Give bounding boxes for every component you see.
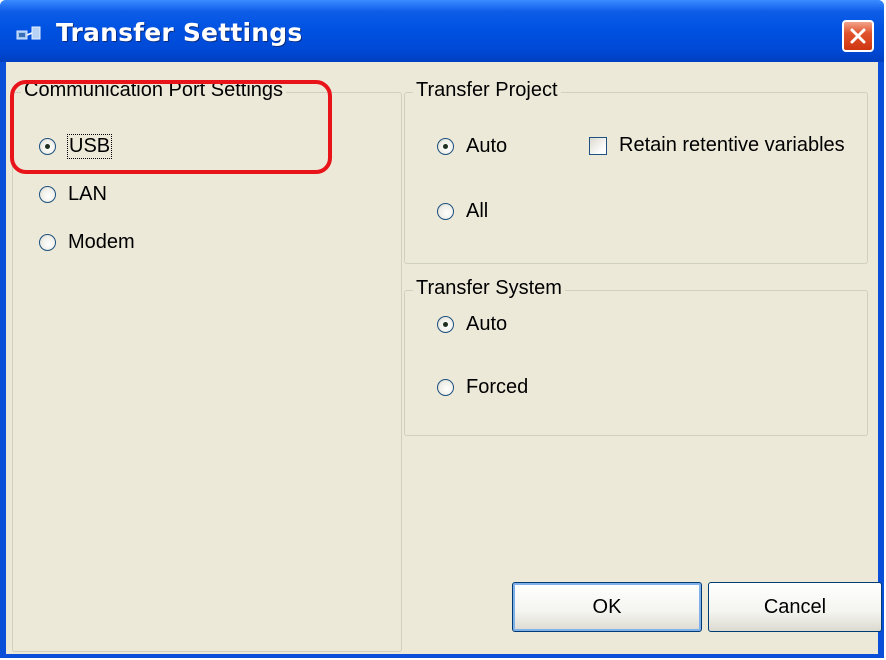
close-button[interactable] [842,20,874,52]
radio-system-forced[interactable]: Forced [437,376,528,399]
radio-lan-button[interactable] [39,186,56,203]
transfer-project-group: Transfer Project Auto Retain retentive v… [404,79,868,264]
close-icon [850,28,866,44]
radio-modem-button[interactable] [39,234,56,251]
window-title: Transfer Settings [56,18,303,47]
radio-project-all-button[interactable] [437,203,454,220]
title-bar[interactable]: Transfer Settings [0,0,884,62]
radio-project-auto-button[interactable] [437,138,454,155]
radio-system-forced-button[interactable] [437,379,454,396]
radio-modem-label: Modem [68,231,135,253]
cancel-button[interactable]: Cancel [708,582,882,632]
transfer-app-icon [16,26,41,40]
radio-system-auto[interactable]: Auto [437,313,507,336]
radio-modem[interactable]: Modem [39,231,135,254]
retain-retentive-checkbox[interactable]: Retain retentive variables [589,134,845,157]
transfer-system-legend: Transfer System [413,277,565,300]
radio-project-all[interactable]: All [437,200,488,223]
radio-project-auto[interactable]: Auto [437,135,507,158]
radio-project-auto-label: Auto [466,135,508,157]
annotation-highlight [10,80,332,174]
radio-system-forced-label: Forced [466,376,529,398]
retain-checkbox-label: Retain retentive variables [619,134,845,156]
transfer-system-group: Transfer System Auto Forced [404,277,868,436]
comm-port-group: Communication Port Settings USB LAN Mode… [12,79,402,652]
radio-system-auto-button[interactable] [437,316,454,333]
transfer-project-legend: Transfer Project [413,79,561,102]
retain-checkbox-box[interactable] [589,136,607,155]
ok-button[interactable]: OK [512,582,702,632]
radio-project-all-label: All [466,200,489,222]
radio-system-auto-label: Auto [466,313,508,335]
radio-lan-label: LAN [68,183,107,205]
radio-lan[interactable]: LAN [39,183,107,206]
